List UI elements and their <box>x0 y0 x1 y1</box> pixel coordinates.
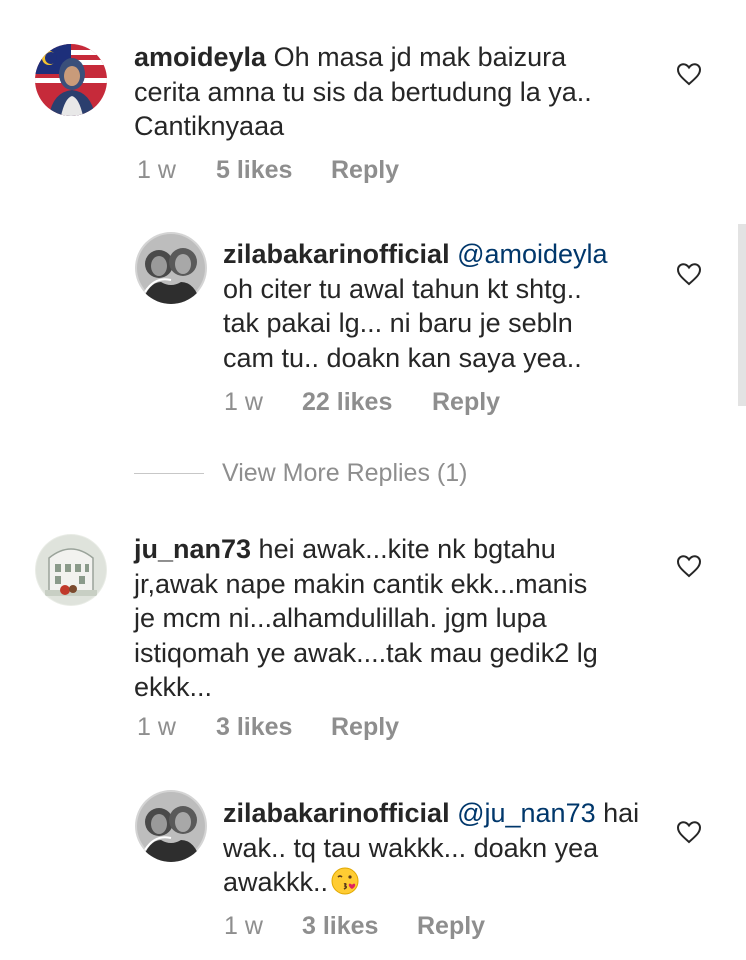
comment-meta: 1 w 22 likes Reply <box>224 387 524 417</box>
comment-text: amoideyla Oh masa jd mak baizura cerita … <box>134 40 654 144</box>
timestamp: 1 w <box>137 156 176 184</box>
avatar[interactable] <box>35 44 107 116</box>
avatar[interactable] <box>135 790 207 862</box>
reply-button[interactable]: Reply <box>331 155 399 185</box>
comment-text: ju_nan73 hei awak...kite nk bgtahu jr,aw… <box>134 532 654 705</box>
reply-button[interactable]: Reply <box>432 387 500 417</box>
mention-link[interactable]: @ju_nan73 <box>450 798 596 828</box>
heart-outline-icon[interactable] <box>676 554 702 578</box>
timestamp: 1 w <box>137 713 176 741</box>
likes-count[interactable]: 3 likes <box>302 911 378 941</box>
comments-page: amoideyla Oh masa jd mak baizura cerita … <box>0 0 746 960</box>
reply-button[interactable]: Reply <box>331 712 399 742</box>
comment-body: oh citer tu awal tahun kt shtg.. tak pak… <box>223 273 582 373</box>
comment-text: zilabakarinofficial @ju_nan73 hai wak.. … <box>223 796 653 900</box>
scrollbar[interactable] <box>738 224 746 406</box>
likes-count[interactable]: 3 likes <box>216 712 292 742</box>
comment-text: zilabakarinofficial @amoideyla oh citer … <box>223 237 653 375</box>
username[interactable]: amoideyla <box>134 42 266 72</box>
reply-button[interactable]: Reply <box>417 911 485 941</box>
view-more-label[interactable]: View More Replies (1) <box>222 458 467 488</box>
comment-meta: 1 w 3 likes Reply <box>137 712 437 742</box>
likes-count[interactable]: 22 likes <box>302 387 392 417</box>
username[interactable]: ju_nan73 <box>134 534 251 564</box>
heart-outline-icon[interactable] <box>676 62 702 86</box>
avatar[interactable] <box>135 232 207 304</box>
heart-outline-icon[interactable] <box>676 262 702 286</box>
timestamp: 1 w <box>224 912 263 940</box>
divider-line <box>134 473 204 474</box>
timestamp: 1 w <box>224 388 263 416</box>
avatar[interactable] <box>35 534 107 606</box>
kissing-face-emoji <box>331 867 359 895</box>
username[interactable]: zilabakarinofficial <box>223 239 450 269</box>
likes-count[interactable]: 5 likes <box>216 155 292 185</box>
username[interactable]: zilabakarinofficial <box>223 798 450 828</box>
mention-link[interactable]: @amoideyla <box>450 239 607 269</box>
comment-meta: 1 w 3 likes Reply <box>224 911 524 941</box>
heart-outline-icon[interactable] <box>676 820 702 844</box>
comment-meta: 1 w 5 likes Reply <box>137 155 437 185</box>
